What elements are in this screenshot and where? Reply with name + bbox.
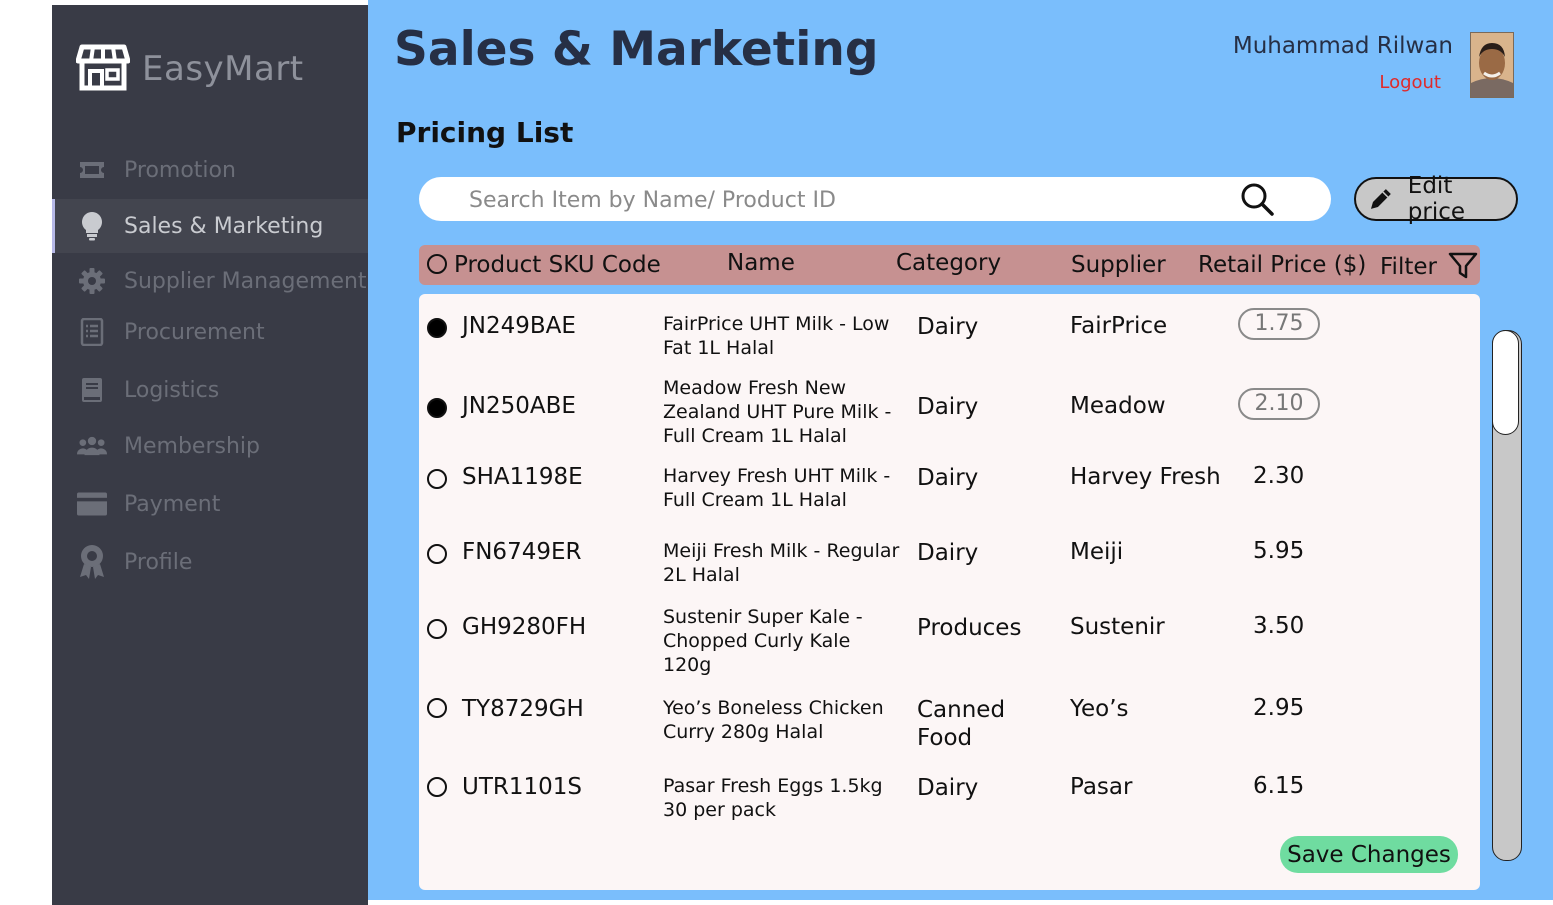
price-input[interactable]: 1.75 bbox=[1238, 308, 1320, 340]
row-radio[interactable] bbox=[427, 619, 447, 639]
cell-category: Dairy bbox=[917, 394, 979, 420]
cell-supplier: Meiji bbox=[1070, 539, 1124, 565]
cell-price: 2.95 bbox=[1253, 695, 1305, 721]
lightbulb-icon bbox=[77, 211, 107, 241]
search-bar bbox=[419, 177, 1331, 221]
sidebar-item-logistics[interactable]: Logistics bbox=[52, 363, 368, 417]
filter-button[interactable]: Filter bbox=[1380, 252, 1478, 280]
filter-icon bbox=[1449, 252, 1478, 279]
sidebar-item-label: Sales & Marketing bbox=[124, 213, 324, 239]
sidebar-item-label: Supplier Management bbox=[124, 268, 367, 294]
row-radio[interactable] bbox=[427, 318, 447, 338]
select-all-radio[interactable] bbox=[427, 254, 447, 274]
logout-link[interactable]: Logout bbox=[1379, 72, 1441, 93]
cell-category: Produces bbox=[917, 615, 1022, 641]
cell-category: Dairy bbox=[917, 465, 979, 491]
cell-name: Sustenir Super Kale - Chopped Curly Kale… bbox=[663, 606, 863, 676]
cell-sku: GH9280FH bbox=[462, 614, 587, 640]
cell-supplier: Yeo’s bbox=[1070, 696, 1129, 722]
cell-price: 2.30 bbox=[1253, 463, 1305, 489]
cell-name: FairPrice UHT Milk - Low Fat 1L Halal bbox=[663, 313, 890, 359]
cell-price: 5.95 bbox=[1253, 538, 1305, 564]
sidebar-item-label: Payment bbox=[124, 491, 221, 517]
pencil-icon bbox=[1370, 189, 1391, 209]
gear-icon bbox=[77, 266, 107, 296]
scrollbar-thumb[interactable] bbox=[1491, 329, 1519, 435]
main-panel: Sales & Marketing Muhammad Rilwan Logout… bbox=[368, 0, 1553, 900]
sidebar-item-label: Promotion bbox=[124, 157, 236, 183]
search-icon[interactable] bbox=[1239, 181, 1275, 221]
cell-name: Harvey Fresh UHT Milk - Full Cream 1L Ha… bbox=[663, 465, 891, 511]
sidebar-item-label: Profile bbox=[124, 549, 193, 575]
filter-label: Filter bbox=[1380, 254, 1437, 280]
cell-supplier: Pasar bbox=[1070, 774, 1133, 800]
sidebar: EasyMart Promotion Sales & Marketing Sup… bbox=[52, 5, 371, 905]
cell-supplier: Harvey Fresh bbox=[1070, 464, 1221, 490]
section-title: Pricing List bbox=[396, 116, 574, 149]
sidebar-item-membership[interactable]: Membership bbox=[52, 419, 368, 473]
sidebar-item-profile[interactable]: Profile bbox=[52, 535, 368, 589]
cell-sku: FN6749ER bbox=[462, 539, 582, 565]
row-radio[interactable] bbox=[427, 544, 447, 564]
cell-category: Dairy bbox=[917, 314, 979, 340]
row-radio[interactable] bbox=[427, 469, 447, 489]
edit-price-label: Edit price bbox=[1407, 173, 1466, 225]
cell-sku: TY8729GH bbox=[462, 696, 584, 722]
user-name: Muhammad Rilwan bbox=[1232, 33, 1453, 59]
price-input[interactable]: 2.10 bbox=[1238, 388, 1320, 420]
cell-category: Dairy bbox=[917, 775, 979, 801]
cell-category: Dairy bbox=[917, 540, 979, 566]
sidebar-item-promotion[interactable]: Promotion bbox=[52, 143, 368, 197]
column-header-name[interactable]: Name bbox=[727, 250, 795, 276]
edit-price-button[interactable]: Edit price bbox=[1354, 173, 1518, 225]
row-radio[interactable] bbox=[427, 398, 447, 418]
users-icon bbox=[77, 431, 107, 461]
table-header: Product SKU Code Name Category Supplier … bbox=[419, 245, 1480, 285]
sidebar-item-label: Logistics bbox=[124, 377, 220, 403]
column-header-sku[interactable]: Product SKU Code bbox=[454, 252, 661, 278]
column-header-price[interactable]: Retail Price ($) bbox=[1198, 252, 1366, 278]
brand-name: EasyMart bbox=[142, 49, 304, 89]
sidebar-item-label: Membership bbox=[124, 433, 260, 459]
row-radio[interactable] bbox=[427, 698, 447, 718]
cell-sku: UTR1101S bbox=[462, 774, 582, 800]
award-icon bbox=[77, 545, 107, 579]
search-input[interactable] bbox=[467, 183, 1231, 217]
card-icon bbox=[77, 489, 107, 519]
cell-sku: JN249BAE bbox=[462, 313, 576, 339]
cell-price: 3.50 bbox=[1253, 613, 1305, 639]
cell-sku: JN250ABE bbox=[462, 393, 576, 419]
cell-name: Meiji Fresh Milk - Regular 2L Halal bbox=[663, 540, 900, 586]
save-changes-button[interactable]: Save Changes bbox=[1280, 836, 1458, 873]
sidebar-item-sales-marketing[interactable]: Sales & Marketing bbox=[52, 199, 371, 253]
cell-category: Canned Food bbox=[917, 697, 1006, 751]
table-body: JN249BAE FairPrice UHT Milk - Low Fat 1L… bbox=[419, 294, 1480, 890]
brand[interactable]: EasyMart bbox=[75, 43, 304, 95]
row-radio[interactable] bbox=[427, 777, 447, 797]
column-header-category[interactable]: Category bbox=[896, 250, 1001, 276]
receipt-icon bbox=[77, 317, 107, 347]
sidebar-item-supplier-management[interactable]: Supplier Management bbox=[52, 254, 368, 308]
cell-supplier: Meadow bbox=[1070, 393, 1166, 419]
cell-price: 6.15 bbox=[1253, 773, 1305, 799]
cell-supplier: FairPrice bbox=[1070, 313, 1168, 339]
scrollbar[interactable] bbox=[1491, 329, 1522, 861]
cell-name: Pasar Fresh Eggs 1.5kg 30 per pack bbox=[663, 775, 883, 821]
page-title: Sales & Marketing bbox=[394, 22, 879, 77]
store-icon bbox=[75, 43, 131, 95]
sidebar-item-payment[interactable]: Payment bbox=[52, 477, 368, 531]
ticket-icon bbox=[77, 155, 107, 185]
cell-name: Meadow Fresh New Zealand UHT Pure Milk -… bbox=[663, 377, 892, 447]
cell-supplier: Sustenir bbox=[1070, 614, 1165, 640]
sidebar-item-label: Procurement bbox=[124, 319, 265, 345]
cell-name: Yeo’s Boneless Chicken Curry 280g Halal bbox=[663, 697, 884, 743]
book-icon bbox=[77, 375, 107, 405]
sidebar-item-procurement[interactable]: Procurement bbox=[52, 305, 368, 359]
column-header-supplier[interactable]: Supplier bbox=[1071, 252, 1166, 278]
cell-sku: SHA1198E bbox=[462, 464, 583, 490]
avatar[interactable] bbox=[1470, 32, 1514, 98]
